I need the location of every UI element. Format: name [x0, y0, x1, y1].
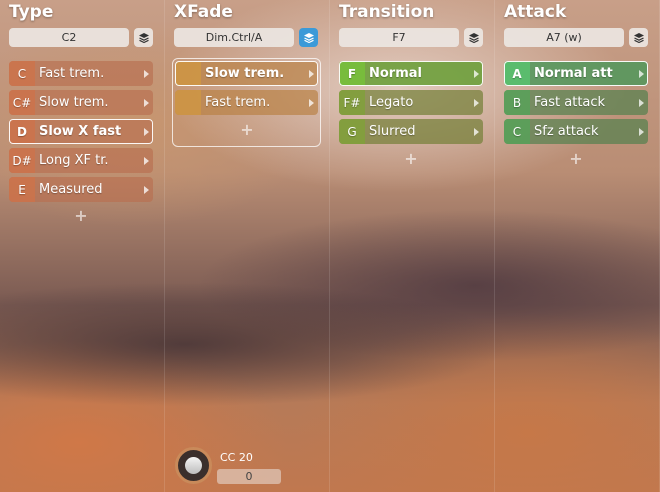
item-key: D#: [9, 148, 35, 173]
transition-selector[interactable]: F7: [339, 28, 459, 47]
item-label: Long XF tr.: [39, 153, 109, 168]
item-key: E: [9, 177, 35, 202]
xfade-layer-button[interactable]: [299, 28, 318, 47]
item-key: G: [339, 119, 365, 144]
knob-icon: [185, 457, 202, 474]
column-title-xfade: XFade: [174, 2, 233, 22]
add-transition-button[interactable]: +: [339, 149, 483, 168]
type-selector[interactable]: C2: [9, 28, 129, 47]
column-attack: Attack A7 (w) A Normal att B Fast attack C…: [495, 0, 660, 492]
item-label: Slow X fast: [39, 124, 122, 139]
triangle-right-icon[interactable]: [144, 185, 149, 194]
item-key: C: [9, 61, 35, 86]
triangle-right-icon[interactable]: [144, 156, 149, 165]
layers-icon: [303, 32, 314, 43]
item-key: C: [504, 119, 530, 144]
list-item[interactable]: F# Legato: [339, 90, 483, 115]
attack-selector[interactable]: A7 (w): [504, 28, 624, 47]
triangle-right-icon[interactable]: [144, 98, 149, 107]
list-item[interactable]: Fast trem.: [175, 90, 318, 115]
attack-layer-button[interactable]: [629, 28, 648, 47]
xfade-list: Slow trem. Fast trem. +: [172, 58, 321, 147]
type-layer-button[interactable]: [134, 28, 153, 47]
list-item-selected[interactable]: A Normal att: [504, 61, 648, 86]
add-attack-button[interactable]: +: [504, 149, 648, 168]
item-key: A: [504, 61, 530, 86]
triangle-right-icon[interactable]: [309, 98, 314, 107]
list-item-selected[interactable]: Slow trem.: [175, 61, 318, 86]
list-item[interactable]: C Fast trem.: [9, 61, 153, 86]
column-title-type: Type: [9, 2, 54, 22]
column-title-attack: Attack: [504, 2, 567, 22]
triangle-right-icon[interactable]: [639, 98, 644, 107]
list-item[interactable]: C Sfz attack: [504, 119, 648, 144]
cc-label: CC 20: [220, 451, 253, 464]
column-transition: Transition F7 F Normal F# Legato G Slurred …: [330, 0, 495, 492]
item-key: [175, 61, 201, 86]
item-label: Normal att: [534, 66, 613, 81]
column-title-transition: Transition: [339, 2, 435, 22]
list-item[interactable]: G Slurred: [339, 119, 483, 144]
type-list: C Fast trem. C# Slow trem. D Slow X fast D#…: [9, 61, 153, 206]
item-label: Slow trem.: [205, 66, 285, 81]
item-key: F: [339, 61, 365, 86]
column-type: Type C2 C Fast trem. C# Slow trem. D Slow X…: [0, 0, 165, 492]
list-item[interactable]: E Measured: [9, 177, 153, 202]
item-key: [175, 90, 201, 115]
xfade-selector[interactable]: Dim.Ctrl/A: [174, 28, 294, 47]
list-item[interactable]: C# Slow trem.: [9, 90, 153, 115]
item-key: D: [9, 119, 35, 144]
item-key: C#: [9, 90, 35, 115]
add-type-button[interactable]: +: [9, 206, 153, 225]
triangle-right-icon[interactable]: [144, 127, 149, 136]
item-key: B: [504, 90, 530, 115]
item-label: Fast trem.: [205, 95, 271, 110]
item-label: Slow trem.: [39, 95, 109, 110]
add-xfade-button[interactable]: +: [175, 120, 319, 139]
triangle-right-icon[interactable]: [144, 69, 149, 78]
item-label: Fast trem.: [39, 66, 105, 81]
triangle-right-icon[interactable]: [309, 69, 314, 78]
item-label: Normal: [369, 66, 422, 81]
attack-list: A Normal att B Fast attack C Sfz attack: [504, 61, 648, 148]
item-key: F#: [339, 90, 365, 115]
list-item[interactable]: B Fast attack: [504, 90, 648, 115]
layers-icon: [138, 32, 149, 43]
triangle-right-icon[interactable]: [474, 69, 479, 78]
triangle-right-icon[interactable]: [474, 127, 479, 136]
transition-layer-button[interactable]: [464, 28, 483, 47]
item-label: Fast attack: [534, 95, 606, 110]
list-item-selected[interactable]: F Normal: [339, 61, 483, 86]
layers-icon: [633, 32, 644, 43]
item-label: Slurred: [369, 124, 416, 139]
cc-value-field[interactable]: 0: [217, 469, 281, 484]
cc-knob[interactable]: [175, 447, 212, 484]
triangle-right-icon[interactable]: [639, 69, 644, 78]
item-label: Legato: [369, 95, 414, 110]
triangle-right-icon[interactable]: [639, 127, 644, 136]
triangle-right-icon[interactable]: [474, 98, 479, 107]
transition-list: F Normal F# Legato G Slurred: [339, 61, 483, 148]
list-item[interactable]: D# Long XF tr.: [9, 148, 153, 173]
layers-icon: [468, 32, 479, 43]
item-label: Sfz attack: [534, 124, 599, 139]
item-label: Measured: [39, 182, 103, 197]
list-item-selected[interactable]: D Slow X fast: [9, 119, 153, 144]
